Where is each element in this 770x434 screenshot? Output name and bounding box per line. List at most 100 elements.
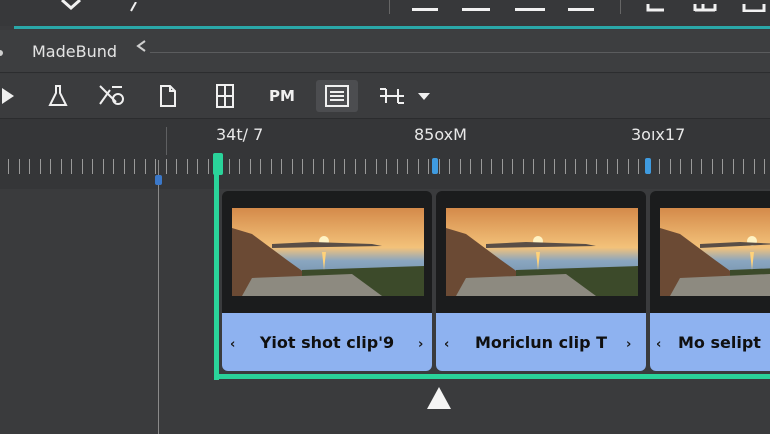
pen-icon[interactable]	[128, 0, 138, 14]
chevron-left-icon[interactable]: ‹	[656, 337, 661, 352]
ruler-tick	[418, 159, 419, 174]
selection-left-edge[interactable]	[214, 160, 219, 380]
ruler-tick	[176, 159, 177, 174]
ruler-tick	[281, 159, 282, 174]
selection-bottom-edge	[214, 374, 770, 379]
export-icon[interactable]	[646, 0, 666, 14]
ruler-tick	[229, 159, 230, 174]
selection-handle[interactable]	[213, 153, 223, 175]
ruler-tick	[586, 159, 587, 174]
ruler-tick	[712, 159, 713, 174]
ruler-tick	[313, 159, 314, 174]
ruler-tick	[575, 159, 576, 174]
playhead-handle[interactable]	[155, 175, 162, 185]
ruler-tick	[71, 159, 72, 174]
ruler-tick	[250, 159, 251, 174]
breadcrumb-divider	[150, 52, 770, 53]
split-panel-icon[interactable]	[209, 80, 241, 112]
flask-icon[interactable]	[42, 80, 74, 112]
ruler-tick	[355, 159, 356, 174]
toolbar-separator	[389, 0, 390, 14]
trim-icon[interactable]	[376, 80, 408, 112]
text-tool-label: PM	[269, 87, 295, 105]
layers-icon[interactable]	[742, 0, 766, 14]
ruler-tick	[638, 159, 639, 174]
clip-label: Yiot shot clip'9	[222, 313, 432, 371]
edit-toolbar: PM	[0, 74, 770, 119]
align-center-icon[interactable]	[462, 0, 490, 14]
ruler-divider	[166, 127, 167, 155]
ruler-tick	[323, 159, 324, 174]
align-left-icon[interactable]	[412, 0, 438, 14]
ruler-tick	[376, 159, 377, 174]
ruler-tick	[449, 159, 450, 174]
ruler-tick	[481, 159, 482, 174]
align-right-icon[interactable]	[515, 0, 545, 14]
timeline-ruler[interactable]: 34t/ 7 85oxM 3oıx17	[0, 119, 770, 189]
insert-point-icon[interactable]	[427, 387, 451, 409]
ruler-tick	[145, 159, 146, 174]
ruler-tick	[187, 159, 188, 174]
ruler-tick	[544, 159, 545, 174]
ruler-tick	[134, 159, 135, 174]
ruler-tick	[344, 159, 345, 174]
dropdown-caret-icon[interactable]	[408, 80, 440, 112]
ruler-tick	[691, 159, 692, 174]
ruler-tick	[743, 159, 744, 174]
play-icon[interactable]	[0, 80, 24, 112]
ruler-tick	[754, 159, 755, 174]
ruler-tick	[40, 159, 41, 174]
ruler-tick	[460, 159, 461, 174]
breadcrumb-title[interactable]: MadeBund	[32, 42, 117, 61]
clip-item[interactable]: Moriclun clip T ‹ ›	[436, 191, 646, 371]
chevron-right-icon[interactable]: ›	[418, 337, 423, 352]
ruler-tick	[565, 159, 566, 174]
ruler-tick	[386, 159, 387, 174]
timeline-marker[interactable]	[645, 158, 651, 174]
text-tool-button[interactable]: PM	[264, 80, 300, 112]
top-bar	[0, 0, 770, 26]
ruler-tick	[208, 159, 209, 174]
timeline-marker[interactable]	[432, 158, 438, 174]
timecode-label: 34t/ 7	[216, 125, 264, 144]
diamond-icon[interactable]	[60, 0, 82, 14]
chevron-left-icon[interactable]: ‹	[444, 337, 449, 352]
chevron-left-icon[interactable]: ‹	[230, 337, 235, 352]
ruler-tick	[523, 159, 524, 174]
clip-thumbnail	[660, 208, 770, 296]
ruler-tick	[407, 159, 408, 174]
ruler-tick	[512, 159, 513, 174]
ruler-tick	[302, 159, 303, 174]
ruler-tick	[92, 159, 93, 174]
ruler-tick	[292, 159, 293, 174]
clip-label: Mo selipt	[650, 313, 770, 371]
collapse-arrow-icon[interactable]	[135, 40, 147, 52]
justify-icon[interactable]	[568, 0, 594, 14]
clip-item[interactable]: Yiot shot clip'9 ‹ ›	[222, 191, 432, 371]
clip-item[interactable]: Mo selipt ‹	[650, 191, 770, 371]
timecode-label: 85oxM	[414, 125, 467, 144]
ruler-tick	[533, 159, 534, 174]
ruler-tick	[701, 159, 702, 174]
ruler-tick	[239, 159, 240, 174]
ruler-tick	[428, 159, 429, 174]
ruler-tick	[733, 159, 734, 174]
ruler-tick	[113, 159, 114, 174]
chevron-right-icon[interactable]: ›	[626, 337, 631, 352]
ruler-tick	[166, 159, 167, 174]
list-icon[interactable]	[316, 80, 358, 112]
ruler-tick	[764, 159, 765, 174]
clip-label: Moriclun clip T	[436, 313, 646, 371]
ruler-tick	[680, 159, 681, 174]
page-icon[interactable]	[152, 80, 184, 112]
ruler-tick	[50, 159, 51, 174]
ruler-tick	[260, 159, 261, 174]
grid-icon[interactable]	[693, 0, 717, 14]
timecode-label: 3oıx17	[631, 125, 686, 144]
scissors-icon[interactable]	[96, 80, 128, 112]
ruler-tick	[596, 159, 597, 174]
playhead-line	[158, 160, 159, 434]
ruler-tick	[124, 159, 125, 174]
clip-thumbnail	[232, 208, 424, 296]
ruler-tick	[502, 159, 503, 174]
